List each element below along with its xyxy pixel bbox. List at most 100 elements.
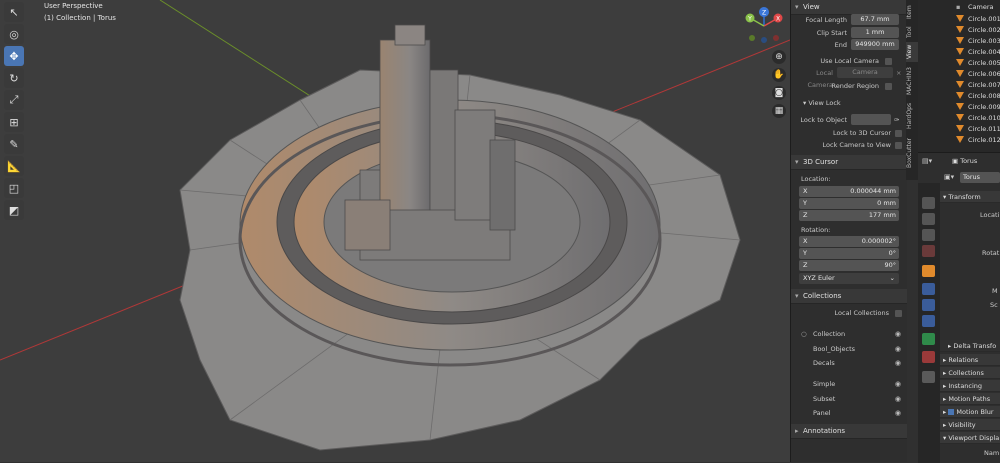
cursor-loc-y-field[interactable]: Y 0 mm [799, 198, 899, 209]
cursor-section-header[interactable]: ▾ 3D Cursor [791, 155, 907, 170]
cursor-rot-z-field[interactable]: Z 90° [799, 260, 899, 271]
rotate-tool-icon[interactable]: ↻ [4, 68, 24, 88]
cursor-rot-x-field[interactable]: X 0.000002° [799, 236, 899, 247]
use-local-camera-checkbox[interactable] [885, 58, 892, 65]
clip-end-field[interactable]: 949900 mm [851, 39, 899, 50]
collection-row[interactable]: Subset ◉ [791, 393, 907, 405]
collection-name: Simple [813, 380, 836, 388]
eye-icon[interactable]: ◉ [895, 407, 901, 419]
material-tab-icon[interactable] [922, 351, 935, 363]
eye-icon[interactable]: ◉ [895, 393, 901, 405]
shade-tool-icon[interactable]: ◩ [4, 200, 24, 220]
list-item[interactable]: Circle.008 [918, 91, 1000, 101]
editor-type-icon[interactable]: ▤▾ [922, 157, 932, 165]
collection-row[interactable]: Panel ◉ [791, 407, 907, 419]
collections-section-header[interactable]: ▾ Collections [791, 289, 907, 304]
list-item[interactable]: Circle.002 [918, 25, 1000, 35]
eyedropper-icon[interactable]: ✑ [894, 114, 899, 126]
motion-paths-panel-header[interactable]: ▸ Motion Paths [940, 393, 1000, 405]
tab-hardops[interactable]: HardOps [906, 100, 918, 132]
grid-icon[interactable]: ▦ [772, 104, 786, 118]
object-name-field[interactable]: Torus [960, 172, 1000, 183]
list-item[interactable]: Circle.009 [918, 102, 1000, 112]
list-item[interactable]: Circle.011 [918, 124, 1000, 134]
lock-object-field[interactable] [851, 114, 891, 125]
annotations-section-header[interactable]: ▸ Annotations [791, 424, 907, 439]
cube-add-tool-icon[interactable]: ◰ [4, 178, 24, 198]
scene-tab-icon[interactable] [922, 245, 935, 257]
collection-row[interactable]: Decals ◉ [791, 357, 907, 369]
cursor-rot-y-field[interactable]: Y 0° [799, 248, 899, 259]
list-item[interactable]: Circle.003 [918, 36, 1000, 46]
tab-machin3[interactable]: MACHIN3 [906, 64, 918, 98]
physics-tab-icon[interactable] [922, 315, 935, 327]
close-icon[interactable]: × [896, 67, 901, 79]
3d-viewport[interactable]: User Perspective (1) Collection | Torus … [0, 0, 790, 462]
list-item[interactable]: Circle.007 [918, 80, 1000, 90]
local-camera-field[interactable]: Camera [837, 67, 893, 78]
object-tab-icon[interactable] [922, 265, 935, 277]
modifier-tab-icon[interactable] [922, 283, 935, 295]
cursor-tool-icon[interactable]: ◎ [4, 24, 24, 44]
list-item[interactable]: Circle.006 [918, 69, 1000, 79]
tab-boxcutter[interactable]: BoxCutter [906, 134, 918, 172]
motion-blur-checkbox[interactable] [948, 409, 955, 415]
cursor-loc-z-field[interactable]: Z 177 mm [799, 210, 899, 221]
list-item[interactable]: Circle.005 [918, 58, 1000, 68]
motion-blur-panel-header[interactable]: ▸ Motion Blur [940, 406, 1000, 418]
tab-item[interactable]: Item [906, 2, 918, 22]
name-prop-label: Nam [984, 449, 1000, 457]
collection-row[interactable]: Simple ◉ [791, 378, 907, 390]
cursor-loc-x-field[interactable]: X 0.000044 mm [799, 186, 899, 197]
move-tool-icon[interactable]: ✥ [4, 46, 24, 66]
navigation-gizmo[interactable]: Z X Y [742, 4, 786, 48]
tab-view[interactable]: View [906, 42, 918, 62]
texture-tab-icon[interactable] [922, 371, 935, 383]
transform-panel-header[interactable]: ▾ Transform [940, 191, 1000, 203]
collections-panel-header[interactable]: ▸ Collections [940, 367, 1000, 379]
particles-tab-icon[interactable] [922, 299, 935, 311]
hand-icon[interactable]: ✋ [772, 68, 786, 82]
collections-header-label: Collections [803, 292, 842, 300]
measure-tool-icon[interactable]: 📐 [4, 156, 24, 176]
instancing-panel-header[interactable]: ▸ Instancing [940, 380, 1000, 392]
visibility-panel-header[interactable]: ▸ Visibility [940, 419, 1000, 431]
list-item[interactable]: Circle.012 [918, 135, 1000, 145]
rotation-mode-dropdown[interactable]: XYZ Euler ⌄ [799, 273, 899, 284]
eye-icon[interactable]: ◉ [895, 378, 901, 390]
local-collections-checkbox[interactable] [895, 310, 902, 317]
list-item[interactable]: Circle.004 [918, 47, 1000, 57]
delta-transform-header[interactable]: ▸ Delta Transfo [940, 340, 1000, 352]
mesh-icon [956, 103, 964, 110]
view-section-header[interactable]: ▾ View [791, 0, 907, 15]
annotate-tool-icon[interactable]: ✎ [4, 134, 24, 154]
camera-icon[interactable]: ◙ [772, 86, 786, 100]
list-item[interactable]: Circle.010 [918, 113, 1000, 123]
clip-start-field[interactable]: 1 mm [851, 27, 899, 38]
tab-tool[interactable]: Tool [906, 24, 918, 40]
data-tab-icon[interactable] [922, 333, 935, 345]
viewport-display-label: Viewport Displa [948, 434, 1000, 442]
lock-to-3d-cursor-checkbox[interactable] [895, 130, 902, 137]
outliner-item-label: Circle.008 [968, 92, 1000, 100]
transform-tool-icon[interactable]: ⊞ [4, 112, 24, 132]
lock-camera-to-view-checkbox[interactable] [895, 142, 902, 149]
list-item[interactable]: Circle.001 [918, 14, 1000, 24]
scale-tool-icon[interactable]: ⤢ [4, 90, 24, 110]
eye-icon[interactable]: ◉ [895, 328, 901, 340]
collection-row[interactable]: Bool_Objects ◉ [791, 343, 907, 355]
output-tab-icon[interactable] [922, 213, 935, 225]
render-tab-icon[interactable] [922, 197, 935, 209]
render-region-checkbox[interactable] [885, 83, 892, 90]
list-item[interactable]: ▪ Camera [918, 2, 1000, 12]
zoom-icon[interactable]: ⊕ [772, 50, 786, 64]
focal-length-field[interactable]: 67.7 mm [851, 14, 899, 25]
viewport-display-panel-header[interactable]: ▾ Viewport Displa [940, 432, 1000, 444]
view-lock-header[interactable]: ▾ View Lock [803, 97, 841, 109]
eye-icon[interactable]: ◉ [895, 357, 901, 369]
view-layer-tab-icon[interactable] [922, 229, 935, 241]
relations-panel-header[interactable]: ▸ Relations [940, 354, 1000, 366]
select-tool-icon[interactable]: ↖ [4, 2, 24, 22]
collection-row[interactable]: ○ Collection ◉ [791, 328, 907, 340]
eye-icon[interactable]: ◉ [895, 343, 901, 355]
